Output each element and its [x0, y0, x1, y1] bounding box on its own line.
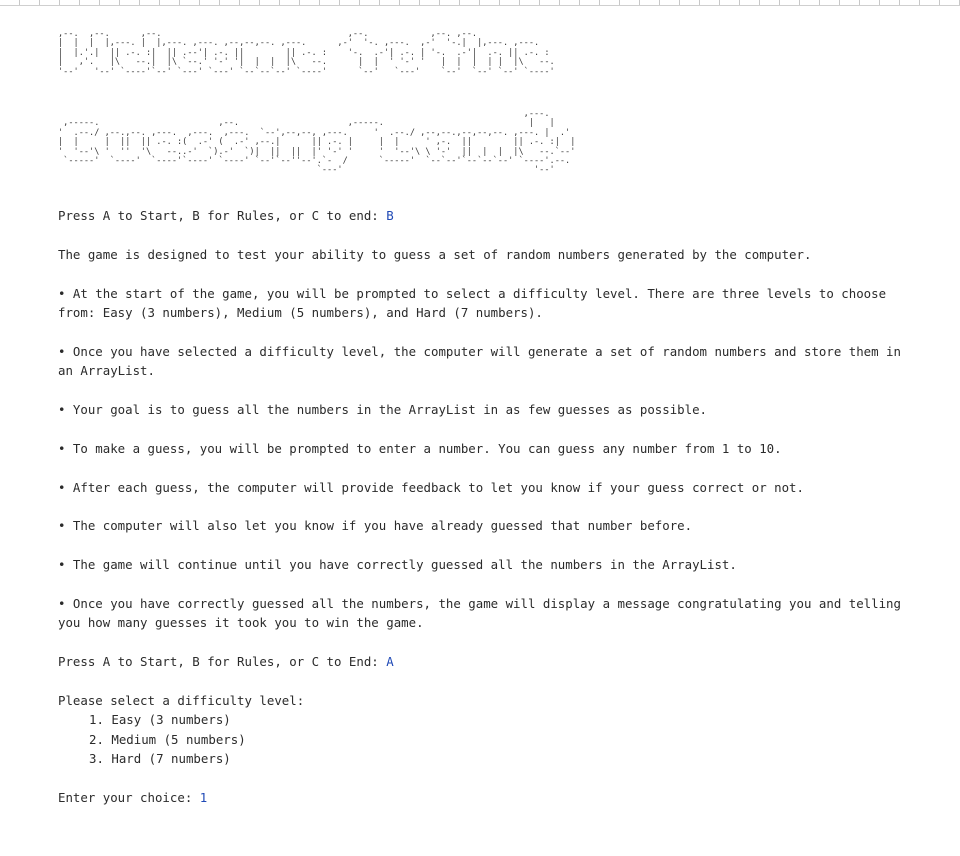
banner-title-art: ,---. ,-----. ,--. ,-----. | | ' .--./ ,… [58, 109, 576, 176]
user-input-start: A [386, 654, 394, 670]
difficulty-option-easy: 1. Easy (3 numbers) [89, 712, 231, 728]
difficulty-option-medium: 2. Medium (5 numbers) [89, 731, 246, 747]
menu-prompt: Press A to Start, B for Rules, or C to e… [58, 208, 387, 223]
user-input-choice[interactable]: 1 [200, 790, 207, 805]
rule-line: • Once you have correctly guessed all th… [58, 595, 909, 631]
menu-line-2: Press A to Start, B for Rules, or C to E… [58, 652, 918, 671]
banner-welcome-art: ,--. ,--. ,--. ,--. ,--. ,--. | | | |,--… [58, 29, 555, 77]
rule-line: • Your goal is to guess all the numbers … [58, 402, 708, 417]
user-input-rules: B [386, 208, 394, 223]
console-output: ,--. ,--. ,--. ,--. ,--. ,--. | | | |,--… [58, 29, 918, 807]
rule-line: • To make a guess, you will be prompted … [58, 440, 782, 456]
rule-line: • The computer will also let you know if… [58, 518, 693, 534]
intro-text: The game is designed to test your abilit… [58, 246, 812, 262]
menu-line-1: Press A to Start, B for Rules, or C to e… [58, 206, 918, 225]
window-top-edge [0, 0, 960, 6]
difficulty-option-hard: 3. Hard (7 numbers) [89, 751, 231, 767]
rule-line: • After each guess, the computer will pr… [58, 479, 804, 495]
choice-line[interactable]: Enter your choice: 1 [58, 788, 918, 807]
menu-prompt: Press A to Start, B for Rules, or C to E… [58, 654, 387, 670]
choice-prompt: Enter your choice: [58, 790, 200, 805]
rule-line: • The game will continue until you have … [58, 557, 737, 573]
rule-line: • At the start of the game, you will be … [58, 285, 894, 320]
rule-line: • Once you have selected a difficulty le… [58, 343, 909, 379]
difficulty-prompt: Please select a difficulty level: [58, 692, 305, 708]
